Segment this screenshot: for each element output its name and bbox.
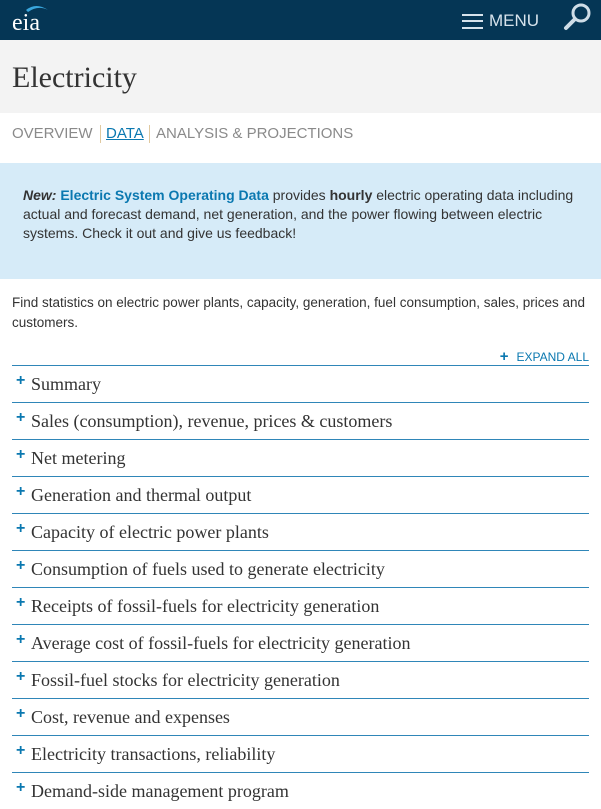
- section-tabs: OVERVIEW DATA ANALYSIS & PROJECTIONS: [0, 113, 601, 163]
- data-category-list: + Summary + Sales (consumption), revenue, …: [12, 365, 589, 809]
- list-item-label: Net metering: [31, 448, 126, 468]
- logo-text: eia: [12, 10, 40, 36]
- tab-data[interactable]: DATA: [106, 125, 144, 142]
- list-item-label: Consumption of fuels used to generate el…: [31, 559, 385, 579]
- announcement-text-part: provides: [268, 187, 330, 203]
- plus-icon: +: [16, 668, 26, 685]
- plus-icon: +: [16, 631, 26, 648]
- list-item-net-metering[interactable]: + Net metering: [12, 439, 589, 476]
- plus-icon: +: [16, 372, 26, 389]
- plus-icon: +: [16, 483, 26, 500]
- list-item-label: Cost, revenue and expenses: [31, 707, 230, 727]
- tab-analysis-projections[interactable]: ANALYSIS & PROJECTIONS: [156, 125, 353, 142]
- list-item-label: Capacity of electric power plants: [31, 522, 269, 542]
- list-item-label: Receipts of fossil-fuels for electricity…: [31, 596, 380, 616]
- search-icon: [564, 3, 591, 30]
- menu-button[interactable]: MENU: [462, 10, 539, 32]
- list-item-label: Demand-side management program: [31, 781, 289, 801]
- list-item-capacity[interactable]: + Capacity of electric power plants: [12, 513, 589, 550]
- plus-icon: +: [499, 348, 509, 365]
- list-item-sales[interactable]: + Sales (consumption), revenue, prices & …: [12, 402, 589, 439]
- list-item-label: Fossil-fuel stocks for electricity gener…: [31, 670, 340, 690]
- menu-label: MENU: [489, 11, 540, 30]
- title-band: Electricity: [0, 40, 601, 113]
- announcement-banner: New: Electric System Operating Data prov…: [0, 163, 601, 279]
- plus-icon: +: [16, 557, 26, 574]
- hourly-emphasis: hourly: [329, 187, 373, 203]
- list-item-average-cost[interactable]: + Average cost of fossil-fuels for electr…: [12, 624, 589, 661]
- expand-all-button[interactable]: + EXPAND ALL: [500, 348, 589, 365]
- hamburger-icon: [462, 13, 483, 29]
- announcement-text: New: Electric System Operating Data prov…: [23, 186, 578, 243]
- list-item-consumption-of-fuels[interactable]: + Consumption of fuels used to generate e…: [12, 550, 589, 587]
- plus-icon: +: [16, 779, 26, 796]
- plus-icon: +: [16, 742, 26, 759]
- search-button[interactable]: [562, 2, 592, 32]
- list-item-transactions[interactable]: + Electricity transactions, reliability: [12, 735, 589, 772]
- plus-icon: +: [16, 594, 26, 611]
- list-item-label: Electricity transactions, reliability: [31, 744, 276, 764]
- plus-icon: +: [16, 446, 26, 463]
- list-item-fuel-stocks[interactable]: + Fossil-fuel stocks for electricity gene…: [12, 661, 589, 698]
- new-label: New:: [23, 187, 57, 203]
- list-item-label: Generation and thermal output: [31, 485, 252, 505]
- list-item-demand-side[interactable]: + Demand-side management program: [12, 772, 589, 809]
- list-item-label: Average cost of fossil-fuels for electri…: [31, 633, 411, 653]
- list-item-label: Summary: [31, 374, 101, 394]
- plus-icon: +: [16, 520, 26, 537]
- plus-icon: +: [16, 705, 26, 722]
- top-navigation-bar: eia MENU: [0, 0, 601, 40]
- electric-system-operating-data-link[interactable]: Electric System Operating Data: [60, 187, 269, 203]
- tab-overview[interactable]: OVERVIEW: [12, 125, 93, 142]
- list-item-cost-revenue[interactable]: + Cost, revenue and expenses: [12, 698, 589, 735]
- tab-divider: [149, 125, 150, 143]
- plus-icon: +: [16, 409, 26, 426]
- tab-divider: [100, 125, 101, 143]
- list-item-receipts[interactable]: + Receipts of fossil-fuels for electricit…: [12, 587, 589, 624]
- list-item-generation[interactable]: + Generation and thermal output: [12, 476, 589, 513]
- intro-text: Find statistics on electric power plants…: [12, 295, 586, 330]
- page-title: Electricity: [12, 61, 137, 94]
- expand-all-label: EXPAND ALL: [516, 349, 589, 364]
- list-item-label: Sales (consumption), revenue, prices & c…: [31, 411, 393, 431]
- eia-logo[interactable]: eia: [12, 4, 52, 36]
- list-item-summary[interactable]: + Summary: [12, 365, 589, 402]
